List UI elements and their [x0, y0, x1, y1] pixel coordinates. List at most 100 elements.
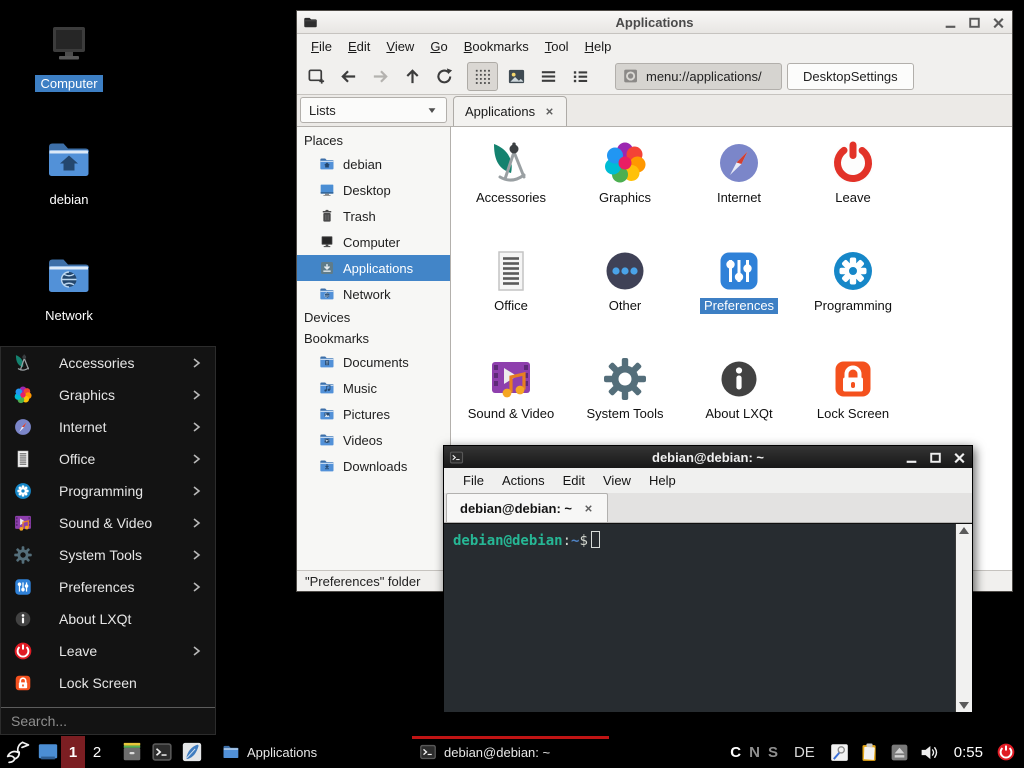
terminal-titlebar[interactable]: debian@debian: ~	[444, 446, 972, 468]
sidebar-item-network[interactable]: Network	[297, 281, 450, 307]
menu-item-about-lxqt[interactable]: About LXQt	[1, 603, 215, 635]
terminal-scrollbar[interactable]	[955, 524, 972, 712]
menu-item-leave[interactable]: Leave	[1, 635, 215, 667]
tray-screenshot[interactable]	[825, 736, 855, 768]
terminal-menu-edit[interactable]: Edit	[554, 473, 594, 488]
tray-volume[interactable]	[915, 736, 945, 768]
tray-eject[interactable]	[885, 736, 915, 768]
forward-icon[interactable]	[371, 67, 390, 86]
new-tab-icon[interactable]	[307, 67, 326, 86]
detailed-view-icon[interactable]	[571, 67, 590, 86]
address-bar[interactable]: menu://applications/	[615, 63, 782, 90]
main-menu-button[interactable]	[0, 736, 34, 768]
quicklaunch-featherpad[interactable]	[177, 736, 207, 768]
desktop-icon-computer[interactable]: Computer	[21, 20, 117, 92]
task-debian-debian[interactable]: debian@debian: ~	[412, 736, 609, 768]
fm-menu-bookmarks[interactable]: Bookmarks	[456, 39, 537, 54]
menu-item-internet[interactable]: Internet	[1, 411, 215, 443]
icon-view-button[interactable]	[467, 62, 498, 91]
tab-close-icon[interactable]	[583, 503, 594, 514]
terminal-menu-file[interactable]: File	[454, 473, 493, 488]
sidebar-item-computer[interactable]: Computer	[297, 229, 450, 255]
kbd-indicator-c[interactable]: C	[730, 744, 741, 761]
menu-item-graphics[interactable]: Graphics	[1, 379, 215, 411]
sidebar-item-debian[interactable]: debian	[297, 151, 450, 177]
minimize-icon[interactable]	[904, 450, 919, 465]
terminal-menu-view[interactable]: View	[594, 473, 640, 488]
compact-view-icon[interactable]	[539, 67, 558, 86]
app-category-lock-screen[interactable]: Lock Screen	[796, 349, 910, 457]
fm-titlebar[interactable]: Applications	[297, 11, 1012, 34]
menu-item-accessories[interactable]: Accessories	[1, 347, 215, 379]
sidebar-item-desktop[interactable]: Desktop	[297, 177, 450, 203]
app-category-accessories[interactable]: Accessories	[454, 133, 568, 241]
close-icon[interactable]	[991, 15, 1006, 30]
quicklaunch-qterminal[interactable]	[147, 736, 177, 768]
kbd-indicator-n[interactable]: N	[749, 744, 760, 761]
tab-close-icon[interactable]	[544, 106, 555, 117]
terminal-tab[interactable]: debian@debian: ~	[446, 493, 608, 522]
menu-item-office[interactable]: Office	[1, 443, 215, 475]
close-icon[interactable]	[952, 450, 967, 465]
maximize-icon[interactable]	[928, 450, 943, 465]
fm-menu-go[interactable]: Go	[422, 39, 455, 54]
terminal-menu-help[interactable]: Help	[640, 473, 685, 488]
search-input[interactable]	[11, 713, 205, 729]
terminal-screen[interactable]: debian@debian:~$	[444, 523, 972, 712]
app-category-preferences[interactable]: Preferences	[682, 241, 796, 349]
fm-menu-tool[interactable]: Tool	[537, 39, 577, 54]
task-applications[interactable]: Applications	[215, 736, 412, 768]
sidebar-item-documents[interactable]: Documents	[297, 349, 450, 375]
maximize-icon[interactable]	[967, 15, 982, 30]
sidebar-item-trash[interactable]: Trash	[297, 203, 450, 229]
menu-item-sound-video[interactable]: Sound & Video	[1, 507, 215, 539]
thumbnail-view-icon[interactable]	[507, 67, 526, 86]
app-category-other[interactable]: Other	[568, 241, 682, 349]
desktop-icon-debian[interactable]: debian	[21, 136, 117, 208]
sidebar-item-label: Documents	[343, 355, 409, 370]
app-category-system-tools[interactable]: System Tools	[568, 349, 682, 457]
up-icon[interactable]	[403, 67, 422, 86]
panel-selector-combo[interactable]: Lists	[300, 97, 447, 123]
fm-menu-file[interactable]: File	[303, 39, 340, 54]
show-desktop-button[interactable]	[34, 736, 61, 768]
back-icon[interactable]	[339, 67, 358, 86]
reload-icon[interactable]	[435, 67, 454, 86]
scroll-up-icon[interactable]	[959, 527, 969, 534]
tray-clipboard[interactable]	[855, 736, 885, 768]
menu-item-programming[interactable]: Programming	[1, 475, 215, 507]
clock[interactable]: 0:55	[954, 744, 983, 761]
app-category-sound-video[interactable]: Sound & Video	[454, 349, 568, 457]
app-category-graphics[interactable]: Graphics	[568, 133, 682, 241]
scroll-down-icon[interactable]	[959, 702, 969, 709]
app-category-label: System Tools	[582, 406, 667, 422]
sidebar-item-applications[interactable]: Applications	[297, 255, 450, 281]
sidebar-item-videos[interactable]: Videos	[297, 427, 450, 453]
power-button[interactable]	[992, 736, 1020, 768]
tab-applications[interactable]: Applications	[453, 96, 567, 126]
workspace-1[interactable]: 1	[61, 736, 85, 768]
menu-item-lock-screen[interactable]: Lock Screen	[1, 667, 215, 699]
menu-item-system-tools[interactable]: System Tools	[1, 539, 215, 571]
sidebar-item-pictures[interactable]: Pictures	[297, 401, 450, 427]
minimize-icon[interactable]	[943, 15, 958, 30]
fm-menu-help[interactable]: Help	[577, 39, 620, 54]
app-category-office[interactable]: Office	[454, 241, 568, 349]
keyboard-layout[interactable]: DE	[794, 744, 815, 761]
app-category-programming[interactable]: Programming	[796, 241, 910, 349]
app-category-about-lxqt[interactable]: About LXQt	[682, 349, 796, 457]
fm-menu-view[interactable]: View	[378, 39, 422, 54]
desktop-icon-network[interactable]: Network	[21, 252, 117, 324]
breadcrumb-desktopsettings[interactable]: DesktopSettings	[787, 63, 914, 90]
folder-music-icon	[319, 380, 335, 396]
sidebar-item-downloads[interactable]: Downloads	[297, 453, 450, 479]
workspace-2[interactable]: 2	[85, 736, 109, 768]
app-category-internet[interactable]: Internet	[682, 133, 796, 241]
terminal-menu-actions[interactable]: Actions	[493, 473, 554, 488]
menu-item-preferences[interactable]: Preferences	[1, 571, 215, 603]
sidebar-item-music[interactable]: Music	[297, 375, 450, 401]
quicklaunch-file-manager[interactable]	[117, 736, 147, 768]
kbd-indicator-s[interactable]: S	[768, 744, 778, 761]
app-category-leave[interactable]: Leave	[796, 133, 910, 241]
fm-menu-edit[interactable]: Edit	[340, 39, 378, 54]
